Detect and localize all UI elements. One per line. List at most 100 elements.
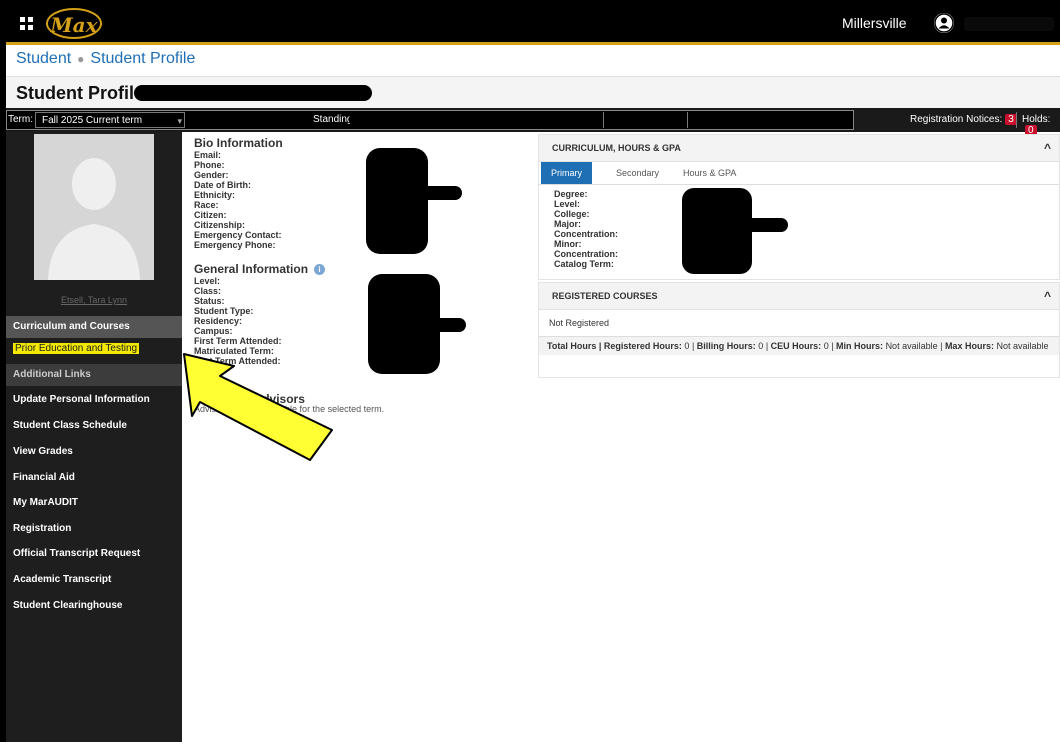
billing-hours-label: Billing Hours: [696,341,756,351]
curriculum-field-label: Major: [554,219,581,229]
bio-field-label: Email: [194,150,222,160]
curriculum-field-label: Minor: [554,239,582,249]
bio-field-label: Race: [194,200,219,210]
redacted-student-name [134,85,372,101]
title-bar: Student Profile [6,76,1060,109]
holds-label: Holds: [1022,114,1051,125]
browser-frame: Max Millersville Student ● Student Profile… [6,6,1060,742]
bio-field-label: Phone: [194,160,225,170]
term-value: Fall 2025 Current term [42,115,143,126]
sidebar-item-official-transcript-request[interactable]: Official Transcript Request [6,543,182,565]
breadcrumb: Student ● Student Profile [16,50,195,68]
sidebar-item-curriculum-and-courses[interactable]: Curriculum and Courses [6,316,182,338]
general-field-label: Residency: [194,316,243,326]
info-icon[interactable]: i [314,264,326,276]
user-avatar-icon[interactable] [934,13,954,33]
max-hours-label: Max Hours: [944,341,994,351]
redacted-bio-values [398,186,462,200]
sidebar-item-student-class-schedule[interactable]: Student Class Schedule [6,415,182,437]
term-label: Term: [8,114,33,125]
registered-courses-panel: REGISTERED COURSES ^ Not Registered Tota… [538,282,1060,378]
sidebar-item-registration[interactable]: Registration [6,518,182,540]
tab-primary[interactable]: Primary [541,162,592,184]
term-bar-divider [1016,112,1017,128]
sidebar-item-financial-aid[interactable]: Financial Aid [6,467,182,489]
student-photo [34,134,154,280]
standing-label: Standing [313,114,353,125]
tab-hours-gpa[interactable]: Hours & GPA [683,162,736,184]
ceu-hours-value: 0 [823,341,829,351]
term-bar: Term: Fall 2025 Current term ▾ Standing … [6,108,1060,136]
redacted-standing [349,113,487,127]
term-info-box: Term: Fall 2025 Current term ▾ Standing [6,110,854,130]
billing-hours-value: 0 [758,341,764,351]
bio-fields: Email: Phone: Gender: Date of Birth: Ethnici… [194,150,534,250]
tab-secondary[interactable]: Secondary [616,162,659,184]
sidebar-item-prior-education-and-testing[interactable]: Prior Education and Testing [6,338,182,360]
breadcrumb-separator-icon: ● [77,52,85,66]
registered-courses-header[interactable]: REGISTERED COURSES ^ [539,283,1059,310]
page-title: Student Profile [16,83,145,103]
term-select[interactable]: Fall 2025 Current term ▾ [35,112,185,128]
registration-notices[interactable]: Registration Notices: 3 [910,114,1017,125]
term-bar-divider [687,112,688,128]
total-hours-label: Total Hours | [547,341,602,351]
hours-summary: Total Hours | Registered Hours: 0 | Bill… [539,337,1059,355]
photo-student-name[interactable]: Etsell, Tara Lynn [6,295,182,305]
term-bar-divider [603,112,604,128]
breadcrumb-current[interactable]: Student Profile [90,50,195,67]
chevron-down-icon[interactable]: ▾ [177,113,182,129]
general-field-label: Level: [194,276,221,286]
sidebar-item-label: Update Personal Information [13,394,150,405]
annotation-arrow-icon [183,353,333,461]
sidebar-item-label: Prior Education and Testing [13,343,140,354]
institution-name: Millersville [842,15,907,31]
holds[interactable]: Holds:0 [1022,114,1060,136]
registered-hours-value: 0 [684,341,690,351]
max-logo[interactable]: Max [46,8,102,39]
sidebar-item-student-clearinghouse[interactable]: Student Clearinghouse [6,595,182,617]
general-field-label: Student Type: [194,306,254,316]
sidebar-item-update-personal-information[interactable]: Update Personal Information [6,389,182,411]
curriculum-panel-header[interactable]: CURRICULUM, HOURS & GPA ^ [539,135,1059,162]
sidebar-item-academic-transcript[interactable]: Academic Transcript [6,569,182,591]
min-hours-value: Not available [885,341,938,351]
bio-section: Bio Information Email: Phone: Gender: Date … [194,136,534,366]
app-grid-icon[interactable] [20,17,34,31]
general-field-label: Class: [194,286,222,296]
bio-field-label: Ethnicity: [194,190,236,200]
curriculum-field-label: Concentration: [554,229,618,239]
curriculum-field-label: Catalog Term: [554,259,614,269]
redacted-field-2 [689,113,781,127]
sidebar-item-label: Academic Transcript [13,574,112,585]
sidebar-item-label: My MarAUDIT [13,497,79,508]
general-field-label: Campus: [194,326,233,336]
top-bar: Max Millersville [6,6,1060,45]
chevron-up-icon[interactable]: ^ [1044,283,1051,309]
bio-field-label: Citizen: [194,210,227,220]
registration-status: Not Registered [539,310,1059,337]
curriculum-field-label: Degree: [554,189,588,199]
bio-field-label: Emergency Contact: [194,230,282,240]
sidebar-item-label: Additional Links [13,369,91,380]
bio-heading: Bio Information [194,136,283,150]
chevron-up-icon[interactable]: ^ [1044,135,1051,161]
sidebar-item-label: View Grades [13,446,73,457]
curriculum-panel-title: CURRICULUM, HOURS & GPA [552,143,681,153]
curriculum-panel: CURRICULUM, HOURS & GPA ^ Primary Second… [538,134,1060,280]
sidebar-item-view-grades[interactable]: View Grades [6,441,182,463]
sidebar-item-label: Registration [13,523,72,534]
breadcrumb-student[interactable]: Student [16,50,71,67]
min-hours-label: Min Hours: [836,341,884,351]
sidebar-item-my-maraudit[interactable]: My MarAUDIT [6,492,182,514]
bio-field-label: Emergency Phone: [194,240,276,250]
sidebar-item-label: Financial Aid [13,472,75,483]
sidebar: Etsell, Tara Lynn Curriculum and Courses… [6,132,182,742]
sidebar-item-label: Student Class Schedule [13,420,127,431]
bio-field-label: Date of Birth: [194,180,251,190]
sidebar-item-additional-links[interactable]: Additional Links [6,364,182,386]
curriculum-field-label: Level: [554,199,581,209]
bio-field-label: Citizenship: [194,220,245,230]
general-field-label: Status: [194,296,225,306]
curriculum-tabs: Primary Secondary Hours & GPA [539,162,1059,185]
